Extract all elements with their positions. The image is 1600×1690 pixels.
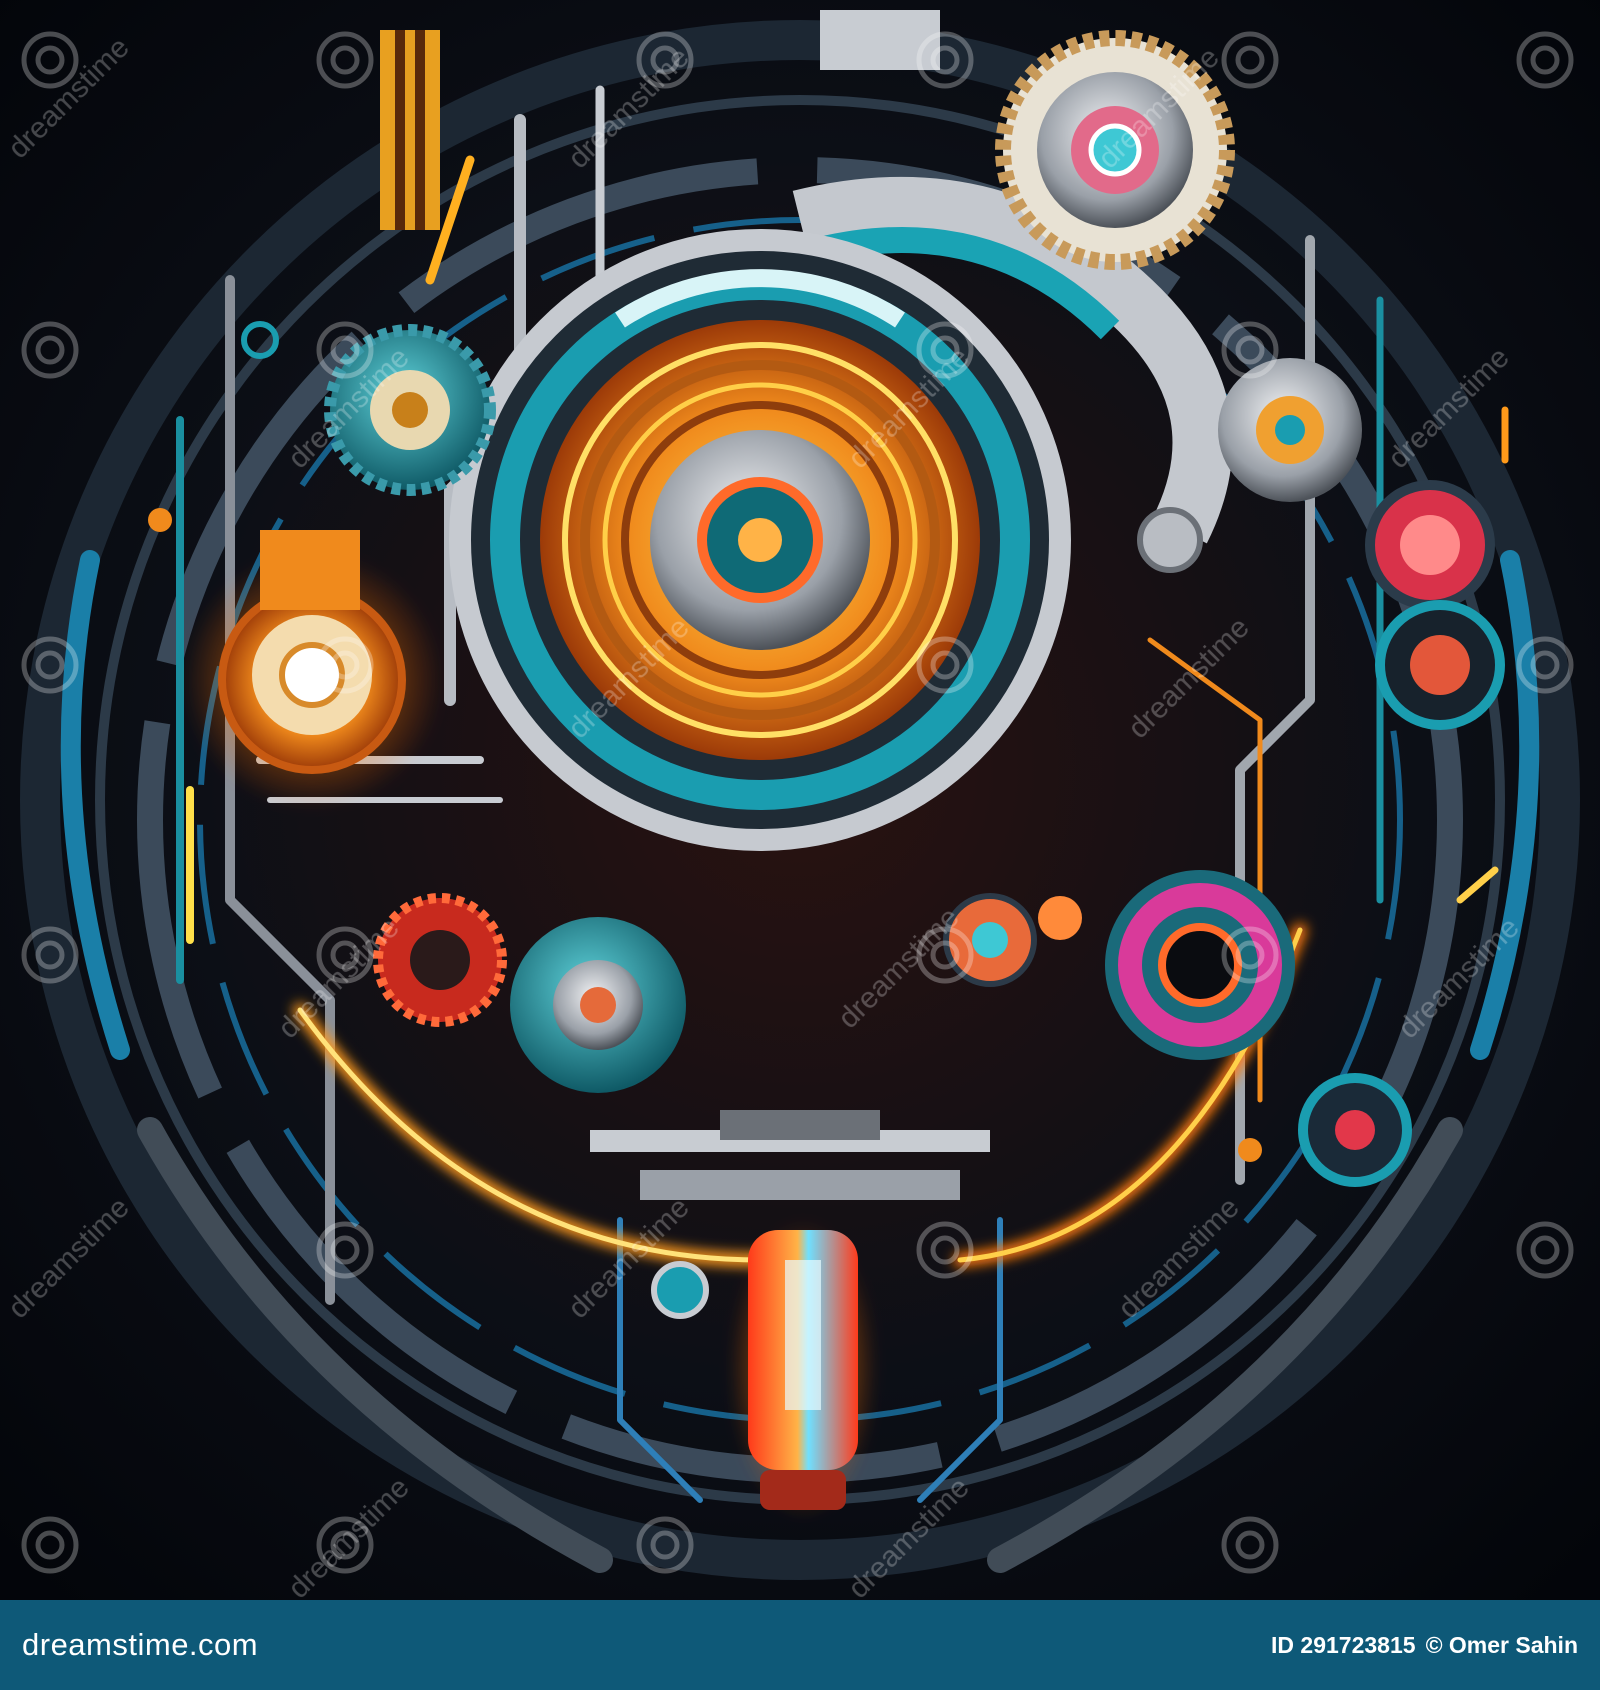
stock-footer-bar: dreamstime.com ID 291723815 © Omer Sahin	[0, 1600, 1600, 1690]
central-disc	[449, 229, 1071, 851]
left-teal-gear	[324, 324, 496, 496]
image-id: ID 291723815	[1271, 1631, 1416, 1658]
abstract-machine-artwork: dreamstime dreamstime dreamstime dreamst…	[0, 0, 1600, 1600]
lower-teal-disc	[510, 917, 686, 1093]
top-right-gear	[995, 30, 1235, 270]
right-silver-disc	[1218, 358, 1362, 502]
image-credit: ID 291723815 © Omer Sahin	[1271, 1632, 1578, 1659]
lower-left-red-gear	[373, 893, 507, 1027]
brand-name[interactable]: dreamstime.com	[22, 1627, 258, 1663]
author-name: © Omer Sahin	[1425, 1631, 1578, 1658]
